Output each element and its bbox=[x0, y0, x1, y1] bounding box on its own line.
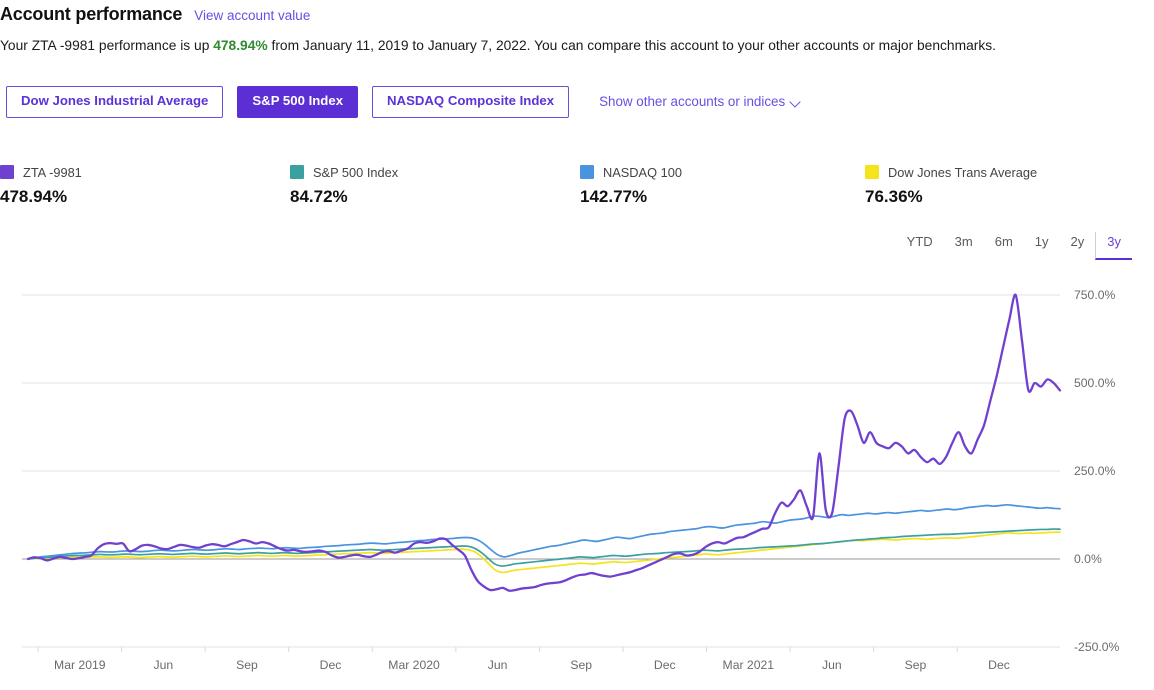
chart-gridlines bbox=[22, 294, 1060, 648]
benchmark-button-dow-jones-industrial-average[interactable]: Dow Jones Industrial Average bbox=[6, 86, 224, 118]
series-legend: ZTA -9981 478.94% S&P 500 Index 84.72% N… bbox=[0, 164, 1154, 214]
summary-prefix: Your ZTA -9981 performance is up bbox=[0, 38, 214, 53]
x-axis-tick-label: Jun bbox=[154, 658, 174, 672]
x-axis-tick-label: Dec bbox=[654, 658, 676, 672]
page-header: Account performance View account value bbox=[0, 4, 310, 25]
x-axis-tick-label: Jun bbox=[822, 658, 842, 672]
x-axis-tick-label: Mar 2021 bbox=[723, 658, 775, 672]
legend-name: ZTA -9981 bbox=[23, 164, 82, 180]
x-axis-tick-label: Mar 2019 bbox=[54, 658, 106, 672]
legend-swatch-icon bbox=[0, 165, 14, 179]
x-axis-tick-label: Sep bbox=[236, 658, 258, 672]
legend-item-nasdaq-100[interactable]: NASDAQ 100 142.77% bbox=[580, 164, 682, 207]
benchmark-button-nasdaq-composite-index[interactable]: NASDAQ Composite Index bbox=[372, 86, 570, 118]
legend-item-zta-9981[interactable]: ZTA -9981 478.94% bbox=[0, 164, 82, 207]
legend-name: NASDAQ 100 bbox=[603, 164, 682, 180]
chart-x-axis-ticks bbox=[37, 647, 958, 652]
legend-name: Dow Jones Trans Average bbox=[888, 164, 1038, 180]
chart-x-axis-labels: Mar 2019 Jun Sep Dec Mar 2020 Jun Sep Dec Mar 20… bbox=[54, 658, 1010, 672]
series-line-dow-jones-trans-average bbox=[27, 531, 1061, 574]
range-tab-6m[interactable]: 6m bbox=[984, 232, 1024, 260]
legend-value: 478.94% bbox=[0, 187, 68, 206]
legend-item-dow-jones-trans-average[interactable]: Dow Jones Trans Average 76.36% bbox=[865, 164, 1037, 207]
performance-chart-svg[interactable]: 750.0% 500.0% 250.0% 0.0% -250.0% Mar 2019 Ju… bbox=[0, 272, 1154, 672]
benchmark-button-row: Dow Jones Industrial Average S&P 500 Ind… bbox=[6, 86, 801, 118]
legend-swatch-icon bbox=[290, 165, 304, 179]
y-axis-tick-label: 0.0% bbox=[1074, 552, 1102, 566]
performance-chart[interactable]: 750.0% 500.0% 250.0% 0.0% -250.0% Mar 2019 Ju… bbox=[0, 272, 1154, 690]
show-other-accounts-toggle[interactable]: Show other accounts or indices bbox=[599, 94, 801, 109]
x-axis-tick-label: Sep bbox=[905, 658, 927, 672]
series-line-zta-9981 bbox=[26, 293, 1062, 592]
account-performance-page: Account performance View account value Y… bbox=[0, 0, 1154, 690]
show-other-accounts-label: Show other accounts or indices bbox=[599, 94, 786, 110]
chart-series-lines bbox=[26, 293, 1062, 592]
y-axis-tick-label: 750.0% bbox=[1074, 288, 1115, 302]
legend-name: S&P 500 Index bbox=[313, 164, 399, 180]
legend-swatch-icon bbox=[580, 165, 594, 179]
y-axis-tick-label: -250.0% bbox=[1074, 640, 1120, 654]
view-account-value-link[interactable]: View account value bbox=[194, 8, 310, 23]
y-axis-tick-label: 250.0% bbox=[1074, 464, 1115, 478]
chart-y-axis-labels: 750.0% 500.0% 250.0% 0.0% -250.0% bbox=[1074, 288, 1120, 654]
summary-percent: 478.94% bbox=[213, 38, 268, 53]
legend-value: 142.77% bbox=[580, 187, 648, 206]
legend-swatch-icon bbox=[865, 165, 879, 179]
y-axis-tick-label: 500.0% bbox=[1074, 376, 1115, 390]
x-axis-tick-label: Mar 2020 bbox=[388, 658, 440, 672]
range-tab-3y[interactable]: 3y bbox=[1095, 232, 1132, 260]
legend-item-sp-500-index[interactable]: S&P 500 Index 84.72% bbox=[290, 164, 398, 207]
range-tab-2y[interactable]: 2y bbox=[1060, 232, 1096, 260]
legend-value: 76.36% bbox=[865, 187, 923, 206]
x-axis-tick-label: Jun bbox=[488, 658, 508, 672]
benchmark-button-sp-500-index[interactable]: S&P 500 Index bbox=[237, 86, 359, 118]
performance-summary: Your ZTA -9981 performance is up 478.94%… bbox=[0, 38, 996, 53]
series-line-nasdaq-100 bbox=[27, 503, 1061, 560]
x-axis-tick-label: Dec bbox=[320, 658, 342, 672]
x-axis-tick-label: Sep bbox=[570, 658, 592, 672]
x-axis-tick-label: Dec bbox=[988, 658, 1010, 672]
range-tab-1y[interactable]: 1y bbox=[1024, 232, 1060, 260]
time-range-tabs: YTD 3m 6m 1y 2y 3y bbox=[896, 232, 1132, 260]
range-tab-ytd[interactable]: YTD bbox=[896, 232, 944, 260]
page-title: Account performance bbox=[0, 4, 183, 24]
chevron-down-icon bbox=[791, 97, 801, 107]
legend-value: 84.72% bbox=[290, 187, 348, 206]
summary-suffix: from January 11, 2019 to January 7, 2022… bbox=[267, 38, 997, 53]
range-tab-3m[interactable]: 3m bbox=[944, 232, 984, 260]
